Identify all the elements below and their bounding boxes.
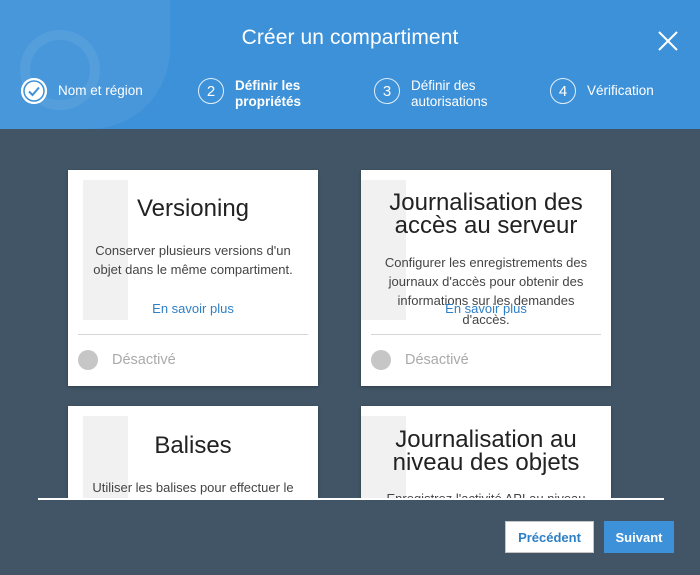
- previous-button[interactable]: Précédent: [505, 521, 594, 553]
- radio-dot-icon: [78, 350, 98, 370]
- card-title-line: accès au serveur: [394, 212, 578, 239]
- step-label: Vérification: [587, 83, 654, 98]
- card-title: Journalisation au niveau des objets: [361, 426, 611, 476]
- toggle-status: Désactivé: [112, 352, 176, 368]
- divider: [78, 334, 308, 335]
- check-circle-icon: [21, 78, 47, 104]
- step-number: 2: [198, 78, 224, 104]
- step-label-line: Définir les: [235, 78, 301, 93]
- card-description: Conserver plusieurs versions d'un objet …: [93, 243, 293, 277]
- step-number: 3: [374, 78, 400, 104]
- card-title-line: Journalisation des: [389, 189, 583, 216]
- learn-more-link[interactable]: En savoir plus: [361, 301, 611, 316]
- step-nom-et-region[interactable]: Nom et région: [21, 78, 143, 104]
- step-verification[interactable]: 4 Vérification: [550, 78, 654, 104]
- card-title-line: niveau des objets: [392, 449, 580, 476]
- dialog-header: Créer un compartiment Nom et région 2 Dé…: [0, 0, 700, 129]
- learn-more-link[interactable]: En savoir plus: [68, 301, 318, 316]
- card-balises[interactable]: Balises Utiliser les balises pour effect…: [68, 406, 318, 499]
- step-label-line: propriétés: [235, 94, 302, 109]
- step-label: Définir les propriétés: [235, 78, 301, 110]
- step-label: Nom et région: [58, 83, 143, 98]
- card-object-level-logging[interactable]: Journalisation au niveau des objets Enre…: [361, 406, 611, 499]
- step-label-line: Définir des: [411, 78, 476, 93]
- card-title-line: Journalisation au: [395, 426, 577, 453]
- card-title: Balises: [154, 432, 232, 459]
- dialog-title: Créer un compartiment: [241, 26, 459, 49]
- card-title: Journalisation des accès au serveur: [361, 189, 611, 239]
- step-definir-proprietes[interactable]: 2 Définir les propriétés: [198, 78, 301, 110]
- card-title: Versioning: [136, 195, 250, 222]
- step-label: Définir des autorisations: [411, 78, 488, 110]
- close-icon[interactable]: [656, 29, 680, 53]
- scroll-boundary-line: [38, 498, 664, 500]
- card-description: Utiliser les balises pour effectuer le: [92, 480, 294, 495]
- dialog-content: Versioning Conserver plusieurs versions …: [0, 129, 700, 575]
- step-label-line: autorisations: [411, 94, 488, 109]
- versioning-toggle[interactable]: Désactivé: [78, 350, 176, 370]
- card-description: Configurer les enregistrements des journ…: [384, 255, 588, 327]
- wizard-steps: Nom et région 2 Définir les propriétés 3…: [0, 78, 700, 123]
- radio-dot-icon: [371, 350, 391, 370]
- step-definir-autorisations[interactable]: 3 Définir des autorisations: [374, 78, 488, 110]
- step-number: 4: [550, 78, 576, 104]
- next-button[interactable]: Suivant: [604, 521, 674, 553]
- toggle-status: Désactivé: [405, 352, 469, 368]
- card-versioning[interactable]: Versioning Conserver plusieurs versions …: [68, 170, 318, 386]
- card-server-access-logging[interactable]: Journalisation des accès au serveur Conf…: [361, 170, 611, 386]
- divider: [371, 334, 601, 335]
- cards-scroll-area[interactable]: Versioning Conserver plusieurs versions …: [38, 129, 664, 499]
- server-access-logging-toggle[interactable]: Désactivé: [371, 350, 469, 370]
